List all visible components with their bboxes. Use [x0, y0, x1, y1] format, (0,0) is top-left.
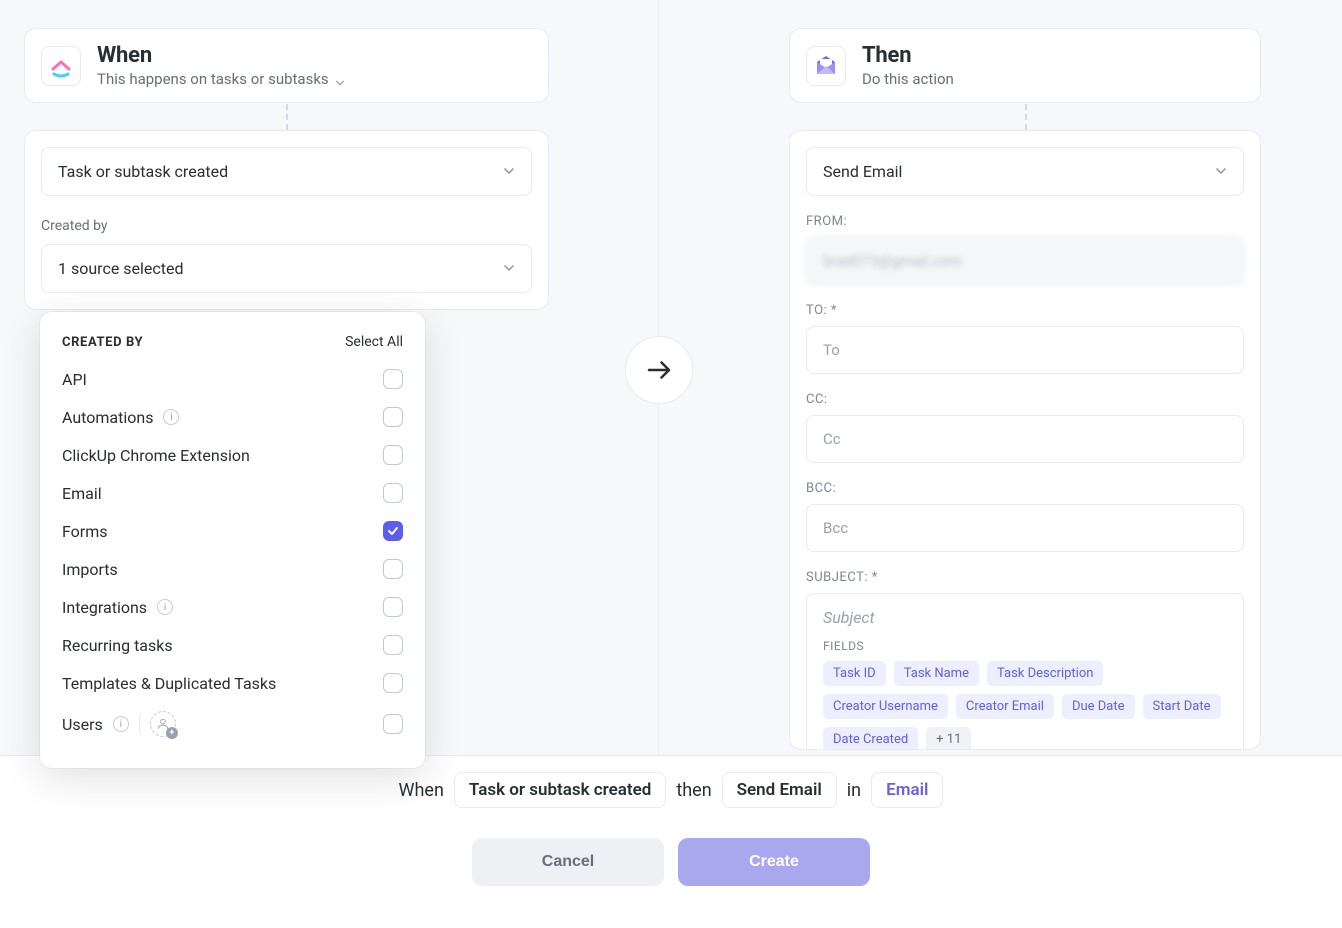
to-field[interactable]: To	[806, 326, 1244, 374]
summary-when-word: When	[399, 780, 444, 801]
cc-field[interactable]: Cc	[806, 415, 1244, 463]
footer: When Task or subtask created then Send E…	[0, 755, 1342, 928]
info-icon: i	[113, 716, 129, 732]
created-by-label: Created by	[41, 218, 532, 234]
bcc-field[interactable]: Bcc	[806, 504, 1244, 552]
source-option[interactable]: Integrations i	[40, 588, 425, 626]
connector-dots	[1025, 104, 1027, 130]
then-header-card: Then Do this action	[789, 28, 1261, 103]
field-chip[interactable]: Task Description	[987, 661, 1103, 686]
source-option[interactable]: ClickUp Chrome Extension	[40, 436, 425, 474]
then-subtitle: Do this action	[862, 70, 954, 88]
created-by-popover: CREATED BY Select All API Automations i Cli…	[40, 312, 425, 768]
connector-dots	[286, 104, 288, 130]
trigger-select[interactable]: Task or subtask created	[41, 147, 532, 196]
source-option-label: Email	[62, 484, 102, 503]
popover-title: CREATED BY	[62, 335, 143, 350]
source-option[interactable]: API	[40, 360, 425, 398]
source-option-label: Imports	[62, 560, 118, 579]
chevron-down-icon	[335, 74, 345, 84]
source-option[interactable]: Templates & Duplicated Tasks	[40, 664, 425, 702]
source-option-checkbox[interactable]	[383, 559, 403, 579]
when-header-card: When This happens on tasks or subtasks	[24, 28, 549, 103]
action-select[interactable]: Send Email	[806, 147, 1244, 196]
source-option[interactable]: Imports	[40, 550, 425, 588]
field-chip[interactable]: Task ID	[823, 661, 886, 686]
create-button[interactable]: Create	[678, 838, 870, 886]
fields-title: FIELDS	[823, 639, 1227, 653]
field-chip[interactable]: Task Name	[894, 661, 979, 686]
trigger-value: Task or subtask created	[58, 162, 228, 181]
clickup-logo-icon	[41, 46, 81, 86]
field-chip[interactable]: Due Date	[1062, 694, 1135, 719]
field-chip[interactable]: Creator Email	[956, 694, 1054, 719]
source-option[interactable]: Usersi +	[40, 702, 425, 746]
cancel-button[interactable]: Cancel	[472, 838, 664, 886]
then-title: Then	[862, 43, 954, 68]
subject-label: SUBJECT: *	[806, 570, 1244, 585]
source-option-checkbox[interactable]	[383, 369, 403, 389]
source-option-checkbox[interactable]	[383, 483, 403, 503]
info-icon: i	[157, 599, 173, 615]
action-value: Send Email	[823, 162, 902, 181]
when-subtitle-row[interactable]: This happens on tasks or subtasks	[97, 70, 345, 88]
summary-location-token[interactable]: Email	[871, 772, 943, 808]
source-option-label: Templates & Duplicated Tasks	[62, 674, 276, 693]
field-chip[interactable]: Creator Username	[823, 694, 948, 719]
source-option-checkbox[interactable]	[383, 445, 403, 465]
source-select[interactable]: 1 source selected	[41, 244, 532, 293]
source-option-label: API	[62, 370, 87, 389]
email-icon	[806, 46, 846, 86]
fields-chips: Task ID Task Name Task Description Creator …	[823, 661, 1227, 750]
field-chip-more[interactable]: + 11	[926, 727, 971, 750]
from-field[interactable]: brad073@gmail.com	[806, 237, 1244, 285]
from-label: FROM:	[806, 214, 1244, 229]
info-icon: i	[163, 409, 179, 425]
summary-then-word: then	[676, 780, 711, 801]
source-option-checkbox[interactable]	[383, 407, 403, 427]
source-option-checkbox[interactable]	[383, 714, 403, 734]
source-option[interactable]: Forms	[40, 512, 425, 550]
summary-in-word: in	[847, 780, 861, 801]
chevron-down-icon	[503, 162, 515, 181]
bcc-label: BCC:	[806, 481, 1244, 496]
when-title: When	[97, 43, 345, 68]
summary-action-token[interactable]: Send Email	[722, 772, 837, 808]
chevron-down-icon	[503, 259, 515, 278]
cc-label: CC:	[806, 392, 1244, 407]
field-chip[interactable]: Date Created	[823, 727, 918, 750]
source-option-checkbox[interactable]	[383, 635, 403, 655]
to-label: TO: *	[806, 303, 1244, 318]
source-option-label: Automations	[62, 408, 153, 427]
then-config-card: Send Email FROM: brad073@gmail.com TO: *…	[789, 130, 1261, 750]
source-option-label: Users	[62, 715, 103, 734]
when-config-card: Task or subtask created Created by 1 sou…	[24, 130, 549, 310]
source-option-label: Recurring tasks	[62, 636, 173, 655]
automation-summary: When Task or subtask created then Send E…	[399, 772, 944, 808]
source-option-label: ClickUp Chrome Extension	[62, 446, 250, 465]
when-subtitle: This happens on tasks or subtasks	[97, 70, 329, 88]
chevron-down-icon	[1215, 162, 1227, 181]
source-option-label: Forms	[62, 522, 108, 541]
subject-field[interactable]: Subject	[823, 608, 1227, 627]
arrow-right-icon	[625, 336, 693, 404]
source-option[interactable]: Automations i	[40, 398, 425, 436]
add-user-icon[interactable]: +	[150, 711, 176, 737]
source-option-label: Integrations	[62, 598, 147, 617]
source-option-checkbox[interactable]	[383, 673, 403, 693]
field-chip[interactable]: Start Date	[1143, 694, 1221, 719]
source-option[interactable]: Recurring tasks	[40, 626, 425, 664]
divider	[139, 715, 140, 733]
source-option-checkbox[interactable]	[383, 521, 403, 541]
source-option[interactable]: Email	[40, 474, 425, 512]
select-all-button[interactable]: Select All	[345, 334, 403, 350]
source-option-checkbox[interactable]	[383, 597, 403, 617]
source-value: 1 source selected	[58, 259, 184, 278]
subject-box: Subject FIELDS Task ID Task Name Task Desc…	[806, 593, 1244, 750]
summary-trigger-token[interactable]: Task or subtask created	[454, 772, 666, 808]
